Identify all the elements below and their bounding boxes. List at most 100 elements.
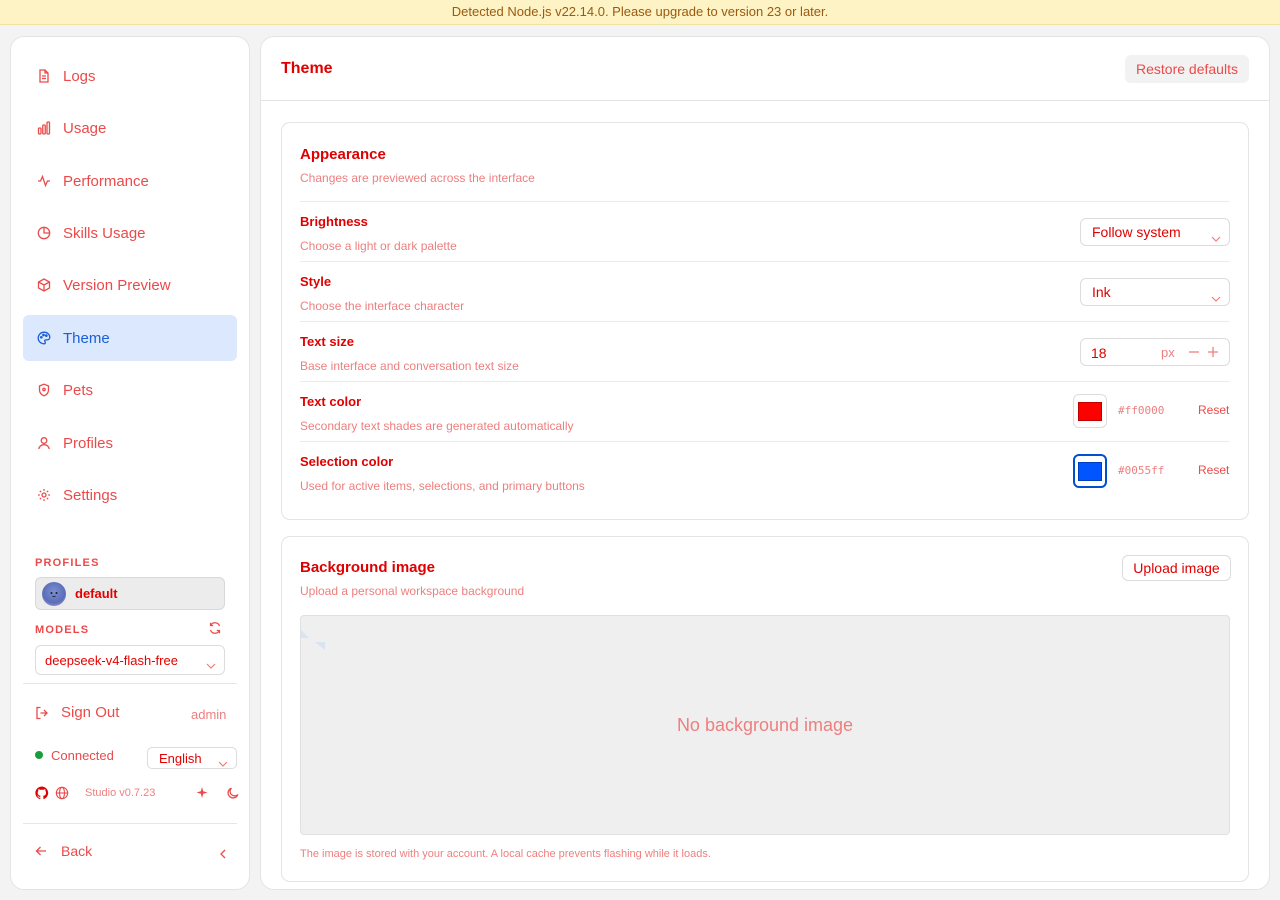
style-label: Style [300, 274, 332, 289]
sidebar-item-profiles[interactable]: Profiles [23, 420, 237, 466]
sidebar-item-label: Profiles [63, 434, 114, 452]
file-text-icon [37, 69, 51, 83]
shield-icon [37, 383, 51, 397]
language-select[interactable]: English [147, 747, 237, 769]
background-empty-text: No background image [676, 715, 854, 735]
model-select[interactable]: deepseek-v4-flash-free [35, 645, 225, 675]
brightness-description: Choose a light or dark palette [300, 239, 457, 253]
selection-color-hex: #0055ff [1118, 464, 1165, 477]
globe-icon[interactable] [55, 786, 69, 800]
connection-status-dot [35, 751, 43, 759]
appearance-card: Appearance Changes are previewed across … [281, 122, 1249, 520]
sidebar-item-version-preview[interactable]: Version Preview [23, 262, 237, 308]
selection-color-swatch-fill [1078, 461, 1102, 481]
brightness-row: Brightness Choose a light or dark palett… [300, 201, 1230, 261]
background-image-card: Background image Upload a personal works… [281, 536, 1249, 882]
refresh-icon[interactable] [208, 621, 222, 635]
palette-icon [37, 331, 51, 345]
text-size-row: Text size Base interface and conversatio… [300, 321, 1230, 381]
sign-out-button[interactable]: Sign Out [35, 704, 119, 721]
sidebar-item-performance[interactable]: Performance [23, 158, 237, 204]
connection-status: Connected [51, 748, 114, 763]
sidebar-item-label: Theme [63, 329, 110, 347]
style-row: Style Choose the interface character Ink [300, 261, 1230, 321]
theme-panel: Theme Restore defaults Appearance Change… [260, 36, 1270, 890]
sidebar-item-label: Performance [63, 172, 149, 190]
selection-color-swatch[interactable] [1073, 454, 1107, 488]
arrow-left-icon [35, 845, 47, 857]
user-icon [37, 436, 51, 450]
pie-chart-icon [37, 226, 51, 240]
style-select[interactable]: Ink [1080, 278, 1230, 306]
style-select-value: Ink [1092, 284, 1111, 300]
text-size-unit: px [1161, 345, 1175, 360]
background-image-note: The image is stored with your account. A… [300, 848, 711, 860]
background-image-subtitle: Upload a personal workspace background [300, 584, 525, 598]
page-title: Theme [281, 60, 333, 77]
selection-color-description: Used for active items, selections, and p… [300, 479, 585, 493]
text-size-stepper[interactable]: 18 px [1080, 338, 1230, 366]
current-user: admin [191, 707, 227, 722]
node-version-banner: Detected Node.js v22.14.0. Please upgrad… [0, 0, 1280, 25]
chevron-left-icon[interactable] [219, 846, 227, 859]
text-color-swatch[interactable] [1073, 394, 1107, 428]
sparkle-icon[interactable] [195, 786, 209, 800]
page-header: Theme Restore defaults [261, 37, 1269, 101]
text-size-label: Text size [300, 334, 354, 349]
sidebar-item-label: Logs [63, 67, 96, 85]
sidebar-item-settings[interactable]: Settings [23, 472, 237, 518]
moon-icon[interactable] [226, 786, 240, 800]
text-color-hex: #ff0000 [1118, 404, 1165, 417]
text-color-swatch-fill [1078, 401, 1102, 421]
chevron-down-icon [218, 755, 228, 767]
github-icon[interactable] [35, 786, 49, 800]
sidebar-item-label: Settings [63, 486, 118, 504]
selection-color-reset-button[interactable]: Reset [1198, 463, 1229, 477]
chevron-down-icon [1211, 229, 1221, 242]
app-version: Studio v0.7.23 [85, 787, 156, 799]
language-select-value: English [159, 750, 202, 766]
minus-icon[interactable] [1188, 345, 1200, 359]
text-size-value[interactable]: 18 [1091, 345, 1107, 361]
plus-icon[interactable] [1207, 345, 1219, 359]
text-color-reset-button[interactable]: Reset [1198, 403, 1229, 417]
restore-defaults-button[interactable]: Restore defaults [1125, 55, 1249, 83]
bar-chart-icon [37, 121, 51, 135]
upload-image-button[interactable]: Upload image [1122, 555, 1231, 581]
model-select-value: deepseek-v4-flash-free [45, 652, 178, 668]
back-button[interactable]: Back [35, 843, 92, 859]
brightness-select-value: Follow system [1092, 224, 1181, 240]
sidebar-divider [23, 683, 237, 684]
sidebar-divider [23, 823, 237, 824]
chevron-down-icon [1211, 289, 1221, 302]
text-color-label: Text color [300, 394, 362, 409]
sidebar: Logs Usage Performance Skills Usage Vers… [10, 36, 250, 890]
style-description: Choose the interface character [300, 299, 465, 313]
sidebar-item-pets[interactable]: Pets [23, 367, 237, 413]
sidebar-item-label: Usage [63, 119, 107, 137]
sidebar-item-skills-usage[interactable]: Skills Usage [23, 210, 237, 256]
profiles-section-label: PROFILES [35, 557, 100, 569]
brightness-select[interactable]: Follow system [1080, 218, 1230, 246]
sidebar-item-theme[interactable]: Theme [23, 315, 237, 361]
profile-name: default [75, 586, 118, 601]
activity-icon [37, 174, 51, 188]
brightness-label: Brightness [300, 214, 368, 229]
background-preview[interactable]: No background image [300, 615, 1230, 835]
back-label: Back [61, 843, 93, 859]
avatar [42, 581, 66, 606]
sidebar-item-logs[interactable]: Logs [23, 53, 237, 99]
models-section-label: MODELS [35, 624, 90, 636]
profile-selector[interactable]: default [35, 577, 225, 610]
sidebar-item-usage[interactable]: Usage [23, 105, 237, 151]
sidebar-item-label: Skills Usage [63, 224, 146, 242]
package-icon [37, 278, 51, 292]
text-color-row: Text color Secondary text shades are gen… [300, 381, 1230, 441]
text-color-description: Secondary text shades are generated auto… [300, 419, 574, 433]
gear-icon [37, 488, 51, 502]
broken-image-icon [301, 616, 327, 652]
selection-color-row: Selection color Used for active items, s… [300, 441, 1230, 501]
appearance-title: Appearance [300, 146, 386, 163]
sign-out-icon [35, 706, 49, 720]
sign-out-label: Sign Out [61, 704, 120, 721]
